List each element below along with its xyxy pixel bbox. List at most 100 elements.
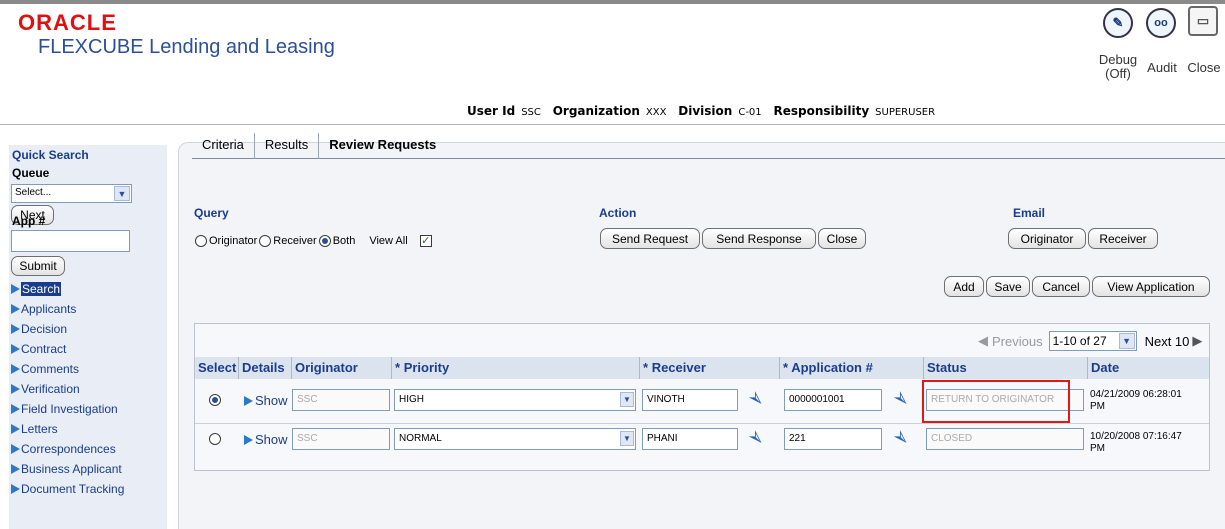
- arrow-right-icon: [11, 364, 20, 374]
- nav-item-label: Contract: [21, 342, 67, 356]
- receiver-field[interactable]: PHANI: [642, 428, 738, 450]
- action-label: Action: [599, 206, 637, 220]
- close-button[interactable]: Close: [1184, 60, 1224, 75]
- submit-button[interactable]: Submit: [11, 256, 65, 276]
- nav-item-search[interactable]: Search: [11, 279, 167, 299]
- tab-results[interactable]: Results: [255, 133, 320, 159]
- both-radio[interactable]: [318, 235, 331, 247]
- debug-state: (Off): [1105, 66, 1131, 81]
- debug-icon[interactable]: ✎: [1103, 8, 1133, 38]
- show-details-link[interactable]: Show: [244, 432, 288, 447]
- close-icon[interactable]: ▭: [1188, 6, 1218, 36]
- organization-value: XXX: [645, 107, 667, 118]
- nav-item-label: Correspondences: [21, 442, 116, 456]
- nav-item-label: Verification: [21, 382, 80, 396]
- row-divider: [195, 423, 1209, 424]
- nav-item-document-tracking[interactable]: Document Tracking: [11, 479, 167, 499]
- tab-criteria[interactable]: Criteria: [192, 133, 255, 159]
- nav-item-comments[interactable]: Comments: [11, 359, 167, 379]
- column-header-priority-label: Priority: [403, 360, 450, 375]
- debug-button[interactable]: Debug (Off): [1096, 53, 1140, 81]
- nav-item-applicants[interactable]: Applicants: [11, 299, 167, 319]
- view-application-button[interactable]: View Application: [1092, 276, 1210, 297]
- column-header-status[interactable]: Status: [924, 357, 1088, 379]
- required-mark: *: [783, 360, 789, 375]
- next-arrow-icon[interactable]: ▶: [1192, 333, 1202, 349]
- column-header-date[interactable]: Date: [1088, 357, 1209, 379]
- user-id-label: User Id: [467, 104, 516, 118]
- originator-field: SSC: [292, 428, 390, 450]
- previous-arrow-icon: ◀: [978, 333, 988, 348]
- show-label: Show: [255, 393, 288, 408]
- nav-item-field-investigation[interactable]: Field Investigation: [11, 399, 167, 419]
- status-highlight-box: [922, 380, 1070, 423]
- app-number-input[interactable]: [11, 230, 130, 252]
- close-action-button[interactable]: Close: [818, 228, 866, 249]
- receiver-radio[interactable]: [259, 235, 272, 247]
- priority-select[interactable]: NORMAL ▼: [394, 428, 636, 450]
- date-value: 10/20/2008 07:16:47 PM: [1090, 431, 1182, 455]
- nav-item-label: Search: [21, 282, 62, 296]
- arrow-right-icon: [11, 484, 20, 494]
- quick-search-panel: Quick Search Queue Select... ▼ Next App …: [9, 145, 167, 529]
- status-field: CLOSED: [926, 428, 1084, 450]
- show-details-link[interactable]: Show: [244, 393, 288, 408]
- user-id-value: SSC: [521, 107, 541, 118]
- arrow-right-icon: [11, 304, 20, 314]
- queue-select[interactable]: Select... ▼: [11, 184, 132, 203]
- next-page-link[interactable]: Next 10: [1145, 334, 1190, 349]
- nav-item-letters[interactable]: Letters: [11, 419, 167, 439]
- save-button[interactable]: Save: [986, 276, 1030, 297]
- division-value: C-01: [738, 107, 762, 118]
- receiver-radio-label: Receiver: [273, 235, 317, 247]
- column-header-details: Details: [239, 357, 292, 379]
- originator-radio[interactable]: [195, 235, 207, 247]
- application-field[interactable]: 221: [784, 428, 882, 450]
- user-info-bar: User Id SSC Organization XXX Division C-01 …: [467, 104, 943, 118]
- view-all-checkbox[interactable]: ✓: [419, 235, 432, 247]
- add-button[interactable]: Add: [944, 276, 984, 297]
- previous-link[interactable]: Previous: [992, 334, 1043, 349]
- send-response-button[interactable]: Send Response: [702, 228, 816, 249]
- column-header-application[interactable]: * Application #: [780, 357, 924, 379]
- tab-bar: Criteria Results Review Requests: [192, 133, 586, 159]
- column-header-receiver[interactable]: * Receiver: [640, 357, 780, 379]
- nav-item-label: Document Tracking: [21, 482, 125, 496]
- page-range-select[interactable]: 1-10 of 27 ▼: [1048, 331, 1137, 351]
- nav-item-label: Decision: [21, 322, 68, 336]
- application-field[interactable]: 0000001001: [784, 389, 882, 411]
- email-receiver-button[interactable]: Receiver: [1088, 228, 1158, 249]
- email-originator-button[interactable]: Originator: [1008, 228, 1086, 249]
- organization-label: Organization: [552, 104, 640, 118]
- row-select-radio[interactable]: [209, 394, 221, 406]
- arrow-right-icon: [11, 404, 20, 414]
- cancel-button[interactable]: Cancel: [1032, 276, 1090, 297]
- queue-label: Queue: [12, 166, 50, 180]
- nav-item-label: Field Investigation: [21, 402, 118, 416]
- required-mark: *: [643, 360, 649, 375]
- top-border: [0, 0, 1225, 4]
- audit-button[interactable]: Audit: [1142, 60, 1182, 75]
- tab-review-requests[interactable]: Review Requests: [319, 133, 585, 159]
- nav-item-business-applicant[interactable]: Business Applicant: [11, 459, 167, 479]
- arrow-right-icon: [11, 284, 20, 294]
- nav-item-verification[interactable]: Verification: [11, 379, 167, 399]
- priority-select[interactable]: HIGH ▼: [394, 389, 636, 411]
- priority-value: NORMAL: [399, 433, 442, 444]
- nav-item-label: Comments: [21, 362, 80, 376]
- arrow-right-icon: [244, 395, 253, 406]
- column-header-priority[interactable]: * Priority: [392, 357, 640, 379]
- chevron-down-icon: ▼: [620, 431, 634, 446]
- time-suffix: PM: [1090, 401, 1105, 412]
- row-select-radio[interactable]: [209, 433, 221, 445]
- audit-icon[interactable]: oo: [1146, 8, 1176, 38]
- nav-item-decision[interactable]: Decision: [11, 319, 167, 339]
- send-request-button[interactable]: Send Request: [600, 228, 700, 249]
- priority-value: HIGH: [399, 394, 424, 405]
- chevron-down-icon: ▼: [1118, 333, 1135, 349]
- page-range-value: 1-10 of 27: [1052, 334, 1107, 348]
- header-divider: [0, 124, 1225, 125]
- receiver-field[interactable]: VINOTH: [642, 389, 738, 411]
- nav-item-contract[interactable]: Contract: [11, 339, 167, 359]
- nav-item-correspondences[interactable]: Correspondences: [11, 439, 167, 459]
